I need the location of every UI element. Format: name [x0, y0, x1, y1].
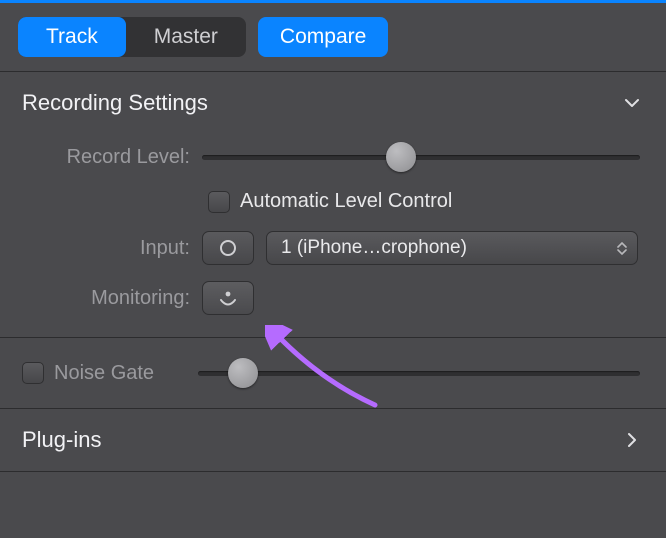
record-level-slider[interactable]: [202, 142, 644, 172]
tab-group: Track Master: [18, 17, 246, 57]
noise-gate-row: Noise Gate: [0, 338, 666, 408]
chevron-down-icon: [620, 91, 644, 115]
input-channel-button[interactable]: [202, 231, 254, 265]
recording-settings-section: Recording Settings Record Level: Automat…: [0, 72, 666, 338]
slider-track: [202, 155, 640, 160]
noise-gate-label: Noise Gate: [54, 362, 188, 385]
monitoring-label: Monitoring:: [22, 287, 190, 310]
record-level-row: Record Level:: [0, 134, 666, 180]
noise-gate-checkbox[interactable]: [22, 362, 44, 384]
noise-gate-slider[interactable]: [198, 358, 644, 388]
monitoring-row: Monitoring:: [0, 273, 666, 337]
compare-button[interactable]: Compare: [258, 17, 388, 57]
plugins-header[interactable]: Plug-ins: [0, 409, 666, 471]
auto-level-row: Automatic Level Control: [0, 180, 666, 223]
input-label: Input:: [22, 237, 190, 260]
plugins-section: Plug-ins: [0, 409, 666, 472]
input-select-value: 1 (iPhone…crophone): [281, 237, 467, 259]
chevron-right-icon: [620, 428, 644, 452]
tab-track[interactable]: Track: [18, 17, 126, 57]
noise-gate-section: Noise Gate: [0, 338, 666, 409]
input-select[interactable]: 1 (iPhone…crophone): [266, 231, 638, 265]
slider-track: [198, 371, 640, 376]
slider-thumb[interactable]: [228, 358, 258, 388]
auto-level-label: Automatic Level Control: [240, 190, 452, 213]
tab-master[interactable]: Master: [126, 17, 246, 57]
tab-bar: Track Master Compare: [0, 3, 666, 71]
plugins-title: Plug-ins: [22, 427, 101, 453]
circle-icon: [220, 240, 236, 256]
recording-settings-header[interactable]: Recording Settings: [0, 72, 666, 134]
record-level-label: Record Level:: [22, 146, 190, 169]
monitoring-icon: [217, 289, 239, 307]
slider-thumb[interactable]: [386, 142, 416, 172]
auto-level-checkbox[interactable]: [208, 191, 230, 213]
section-title: Recording Settings: [22, 90, 208, 116]
updown-icon: [617, 242, 627, 255]
monitoring-toggle[interactable]: [202, 281, 254, 315]
input-row: Input: 1 (iPhone…crophone): [0, 223, 666, 273]
